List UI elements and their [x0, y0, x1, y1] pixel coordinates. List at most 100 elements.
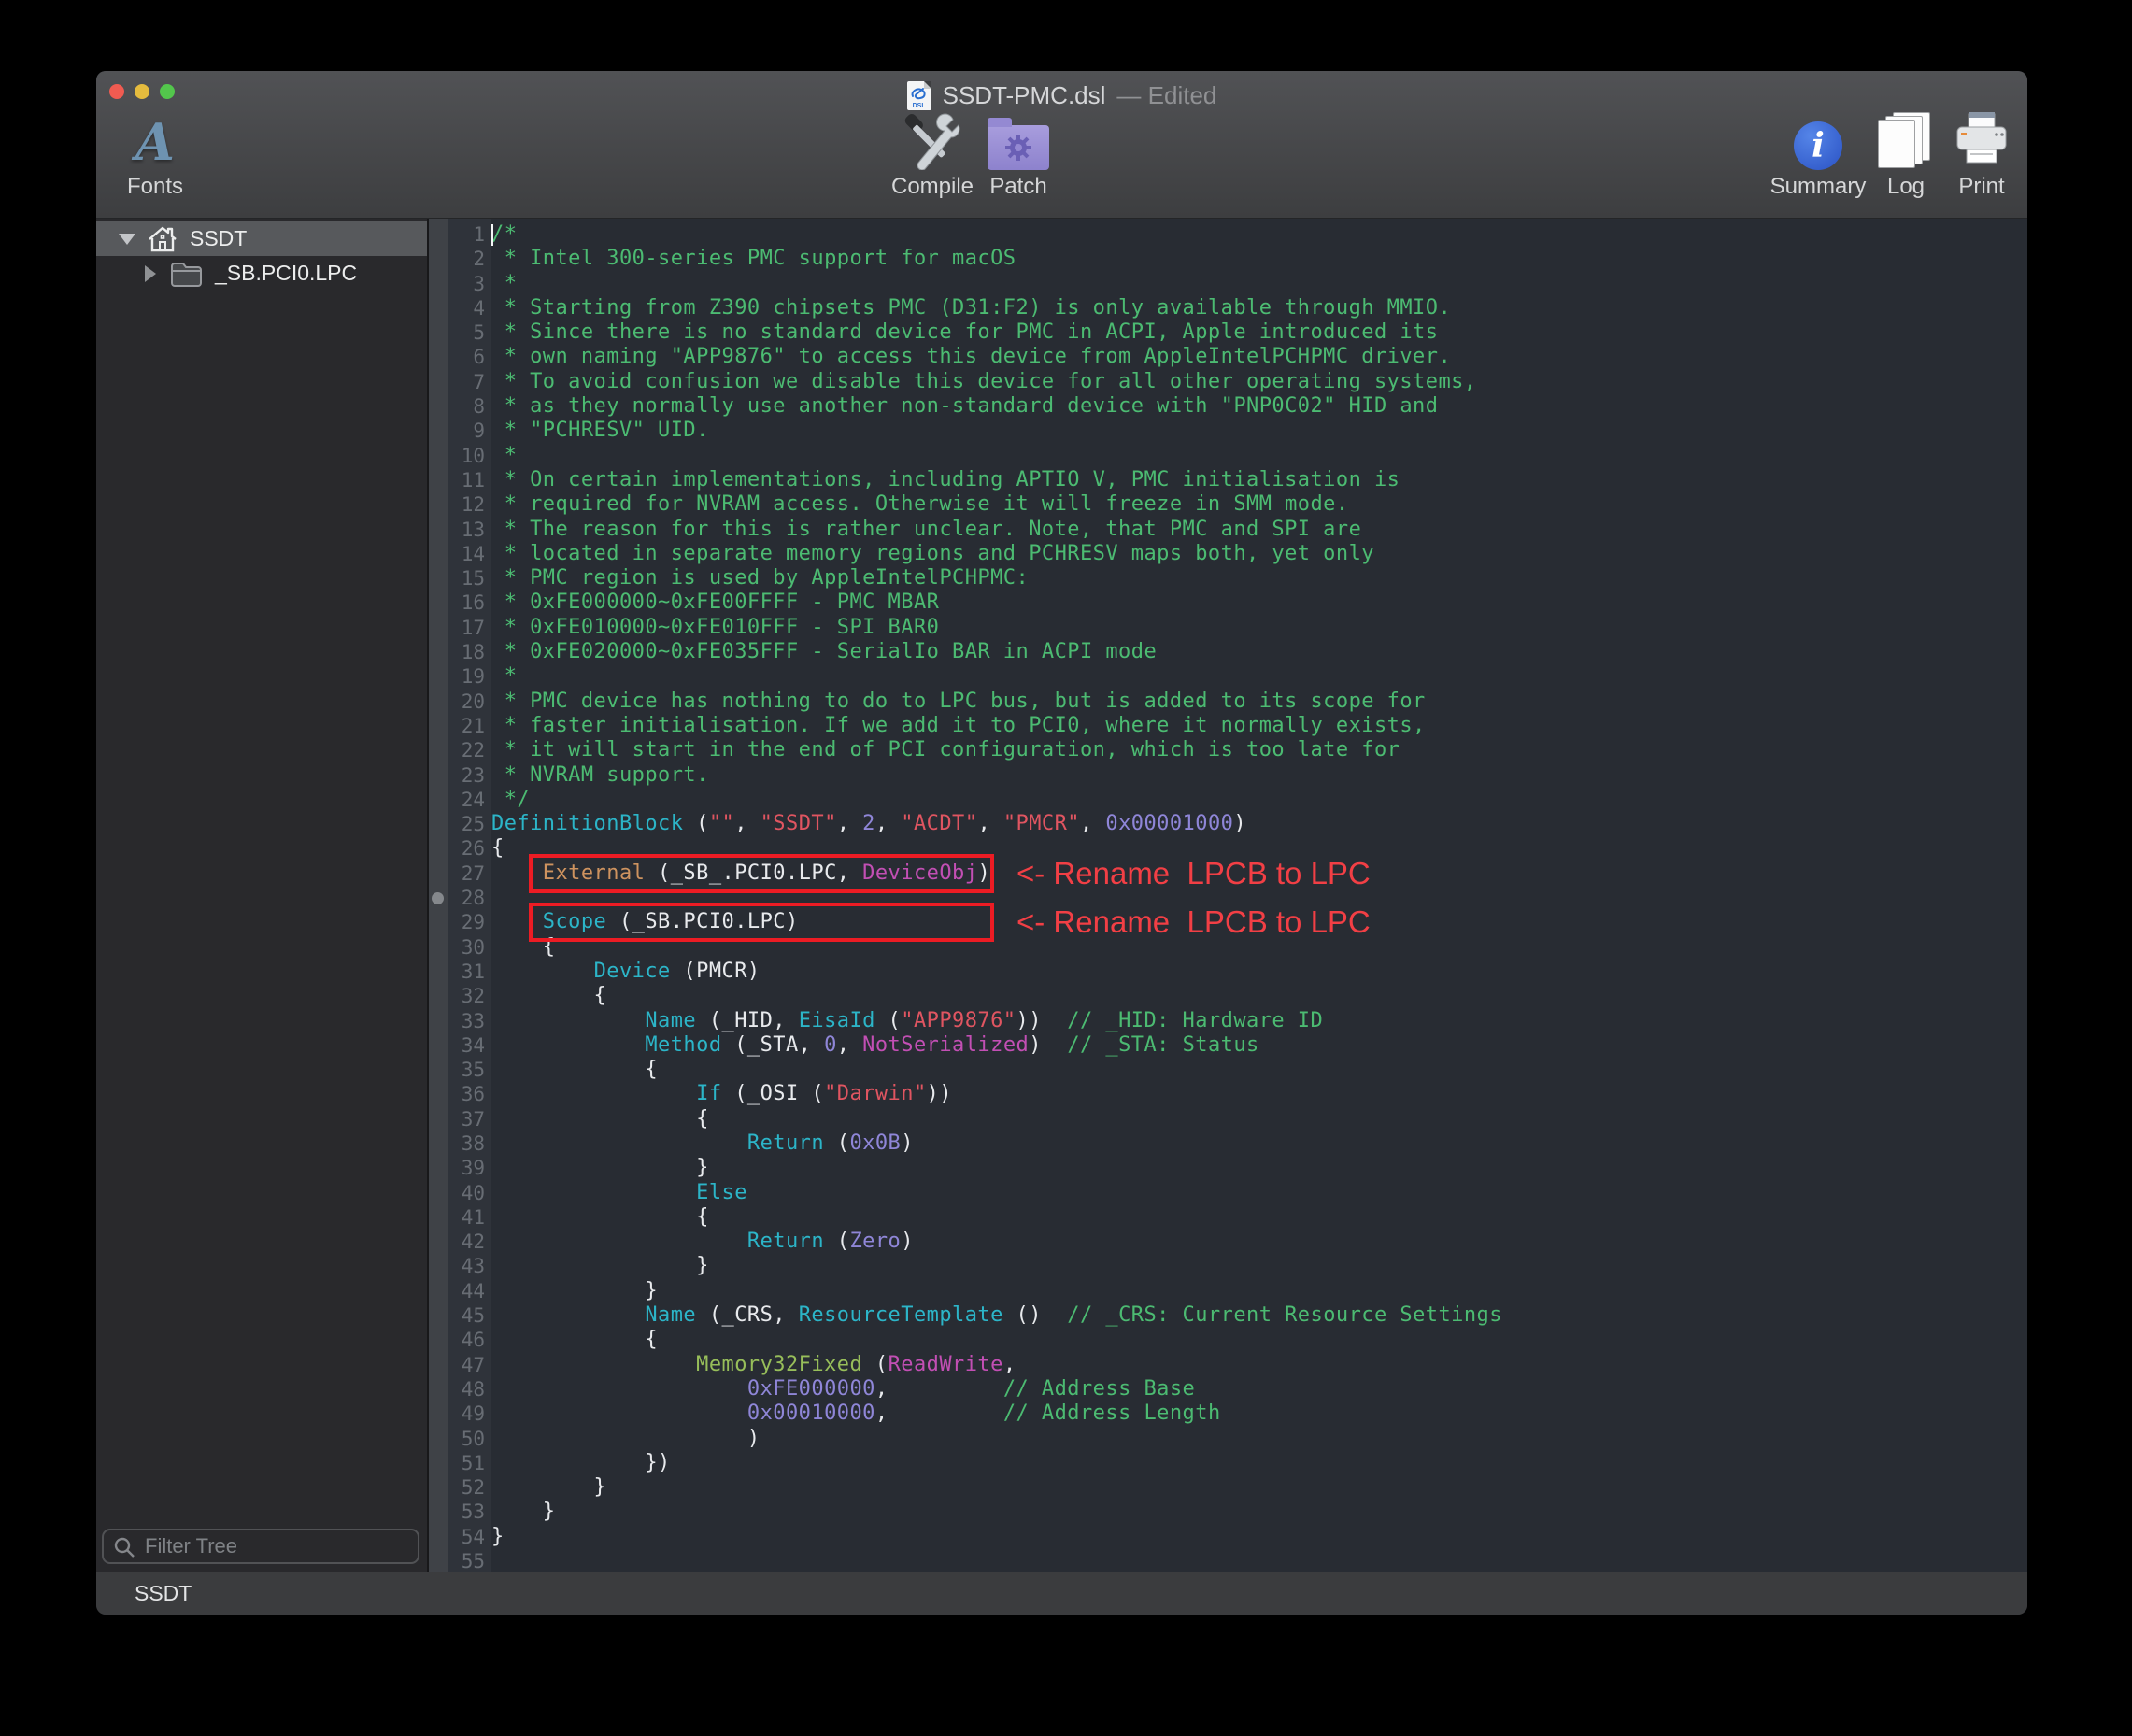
gear-icon — [1003, 133, 1033, 163]
rename-annotation: <- Rename LPCB to LPC — [1016, 903, 1371, 942]
code-line-48: 0xFE000000, // Address Base — [491, 1377, 2027, 1402]
code-editor[interactable]: /* * Intel 300-series PMC support for ma… — [491, 219, 2027, 1572]
line-number: 15 — [448, 566, 491, 591]
fonts-button[interactable]: A Fonts — [96, 108, 225, 200]
window-title: SSDT-PMC.dsl — [943, 81, 1106, 110]
text-caret — [491, 224, 493, 246]
line-number: 38 — [448, 1131, 491, 1156]
code-line-32: { — [491, 984, 2027, 1008]
line-number-gutter: 1234567891011121314151617181920212223242… — [448, 219, 491, 1572]
line-number: 45 — [448, 1303, 491, 1328]
code-line-21: * faster initialisation. If we add it to… — [491, 714, 2027, 738]
code-line-17: * 0xFE010000~0xFE010FFF - SPI BAR0 — [491, 616, 2027, 640]
code-line-4: * Starting from Z390 chipsets PMC (D31:F… — [491, 296, 2027, 320]
line-number: 49 — [448, 1402, 491, 1426]
code-line-14: * located in separate memory regions and… — [491, 542, 2027, 566]
rename-annotation: <- Rename LPCB to LPC — [1016, 854, 1371, 893]
tree-item-ssdt[interactable]: SSDT — [96, 221, 427, 256]
line-number: 14 — [448, 542, 491, 566]
line-number: 31 — [448, 960, 491, 984]
code-line-36: If (_OSI ("Darwin")) — [491, 1082, 2027, 1106]
filter-tree-input[interactable] — [102, 1529, 419, 1564]
line-number: 36 — [448, 1082, 491, 1106]
tree-item-sb-pci0-lpc[interactable]: _SB.PCI0.LPC — [96, 256, 427, 291]
line-number: 13 — [448, 518, 491, 542]
code-line-25: DefinitionBlock ("", "SSDT", 2, "ACDT", … — [491, 812, 2027, 836]
code-line-7: * To avoid confusion we disable this dev… — [491, 370, 2027, 394]
line-number: 19 — [448, 664, 491, 689]
tree-item-label: SSDT — [190, 226, 247, 251]
code-line-41: { — [491, 1205, 2027, 1230]
code-line-11: * On certain implementations, including … — [491, 468, 2027, 492]
code-line-5: * Since there is no standard device for … — [491, 320, 2027, 345]
line-number: 40 — [448, 1181, 491, 1205]
line-number: 23 — [448, 763, 491, 788]
line-number: 22 — [448, 738, 491, 762]
folder-icon — [170, 261, 204, 287]
line-number: 53 — [448, 1500, 491, 1524]
line-number: 26 — [448, 836, 491, 861]
titlebar-toolbar: DSL SSDT-PMC.dsl — Edited A Fonts Compil… — [96, 71, 2027, 219]
window-title-row: DSL SSDT-PMC.dsl — Edited — [96, 80, 2027, 110]
code-line-33: Name (_HID, EisaId ("APP9876")) // _HID:… — [491, 1009, 2027, 1033]
page-fold — [924, 81, 931, 89]
line-number: 11 — [448, 468, 491, 492]
code-line-35: { — [491, 1058, 2027, 1082]
code-line-37: { — [491, 1107, 2027, 1131]
code-line-39: } — [491, 1156, 2027, 1180]
code-line-19: * — [491, 664, 2027, 689]
line-number: 51 — [448, 1451, 491, 1475]
code-line-20: * PMC device has nothing to do to LPC bu… — [491, 690, 2027, 714]
code-line-43: } — [491, 1254, 2027, 1278]
code-line-46: { — [491, 1328, 2027, 1352]
patch-button[interactable]: Patch — [948, 108, 1088, 200]
print-button[interactable]: Print — [1912, 108, 2027, 200]
code-line-31: Device (PMCR) — [491, 960, 2027, 984]
line-number: 50 — [448, 1427, 491, 1451]
code-line-9: * "PCHRESV" UID. — [491, 419, 2027, 443]
line-number: 33 — [448, 1009, 491, 1033]
code-line-49: 0x00010000, // Address Length — [491, 1402, 2027, 1426]
line-number: 9 — [448, 419, 491, 443]
code-line-22: * it will start in the end of PCI config… — [491, 738, 2027, 762]
code-line-44: } — [491, 1279, 2027, 1303]
home-icon — [147, 225, 178, 253]
line-number: 41 — [448, 1205, 491, 1230]
line-number: 43 — [448, 1254, 491, 1278]
line-number: 5 — [448, 320, 491, 345]
main-content: SSDT _SB.PCI0.LPC 123456789101 — [96, 219, 2027, 1572]
line-number: 55 — [448, 1549, 491, 1573]
line-number: 3 — [448, 272, 491, 296]
code-line-23: * NVRAM support. — [491, 763, 2027, 788]
code-line-42: Return (Zero) — [491, 1230, 2027, 1254]
code-line-52: } — [491, 1475, 2027, 1500]
code-line-1: /* — [491, 222, 2027, 247]
line-number: 35 — [448, 1058, 491, 1082]
line-number: 44 — [448, 1279, 491, 1303]
disclosure-expanded-icon[interactable] — [119, 234, 135, 245]
line-marker-dot — [432, 892, 444, 904]
code-line-10: * — [491, 444, 2027, 468]
line-number: 6 — [448, 345, 491, 369]
line-number: 52 — [448, 1475, 491, 1500]
line-number: 1 — [448, 222, 491, 247]
code-line-38: Return (0x0B) — [491, 1131, 2027, 1156]
code-line-47: Memory32Fixed (ReadWrite, — [491, 1353, 2027, 1377]
line-number: 12 — [448, 492, 491, 517]
line-number: 32 — [448, 984, 491, 1008]
line-number: 54 — [448, 1525, 491, 1549]
disclosure-collapsed-icon[interactable] — [145, 265, 156, 282]
line-number: 39 — [448, 1156, 491, 1180]
fonts-label: Fonts — [96, 174, 225, 200]
line-number: 42 — [448, 1230, 491, 1254]
line-number: 18 — [448, 640, 491, 664]
fonts-icon: A — [135, 114, 175, 170]
line-number: 10 — [448, 444, 491, 468]
line-number: 37 — [448, 1107, 491, 1131]
tree-item-label: _SB.PCI0.LPC — [215, 261, 357, 286]
code-line-6: * own naming "APP9876" to access this de… — [491, 345, 2027, 369]
code-line-40: Else — [491, 1181, 2027, 1205]
line-number: 20 — [448, 690, 491, 714]
line-number: 4 — [448, 296, 491, 320]
line-number: 34 — [448, 1033, 491, 1058]
